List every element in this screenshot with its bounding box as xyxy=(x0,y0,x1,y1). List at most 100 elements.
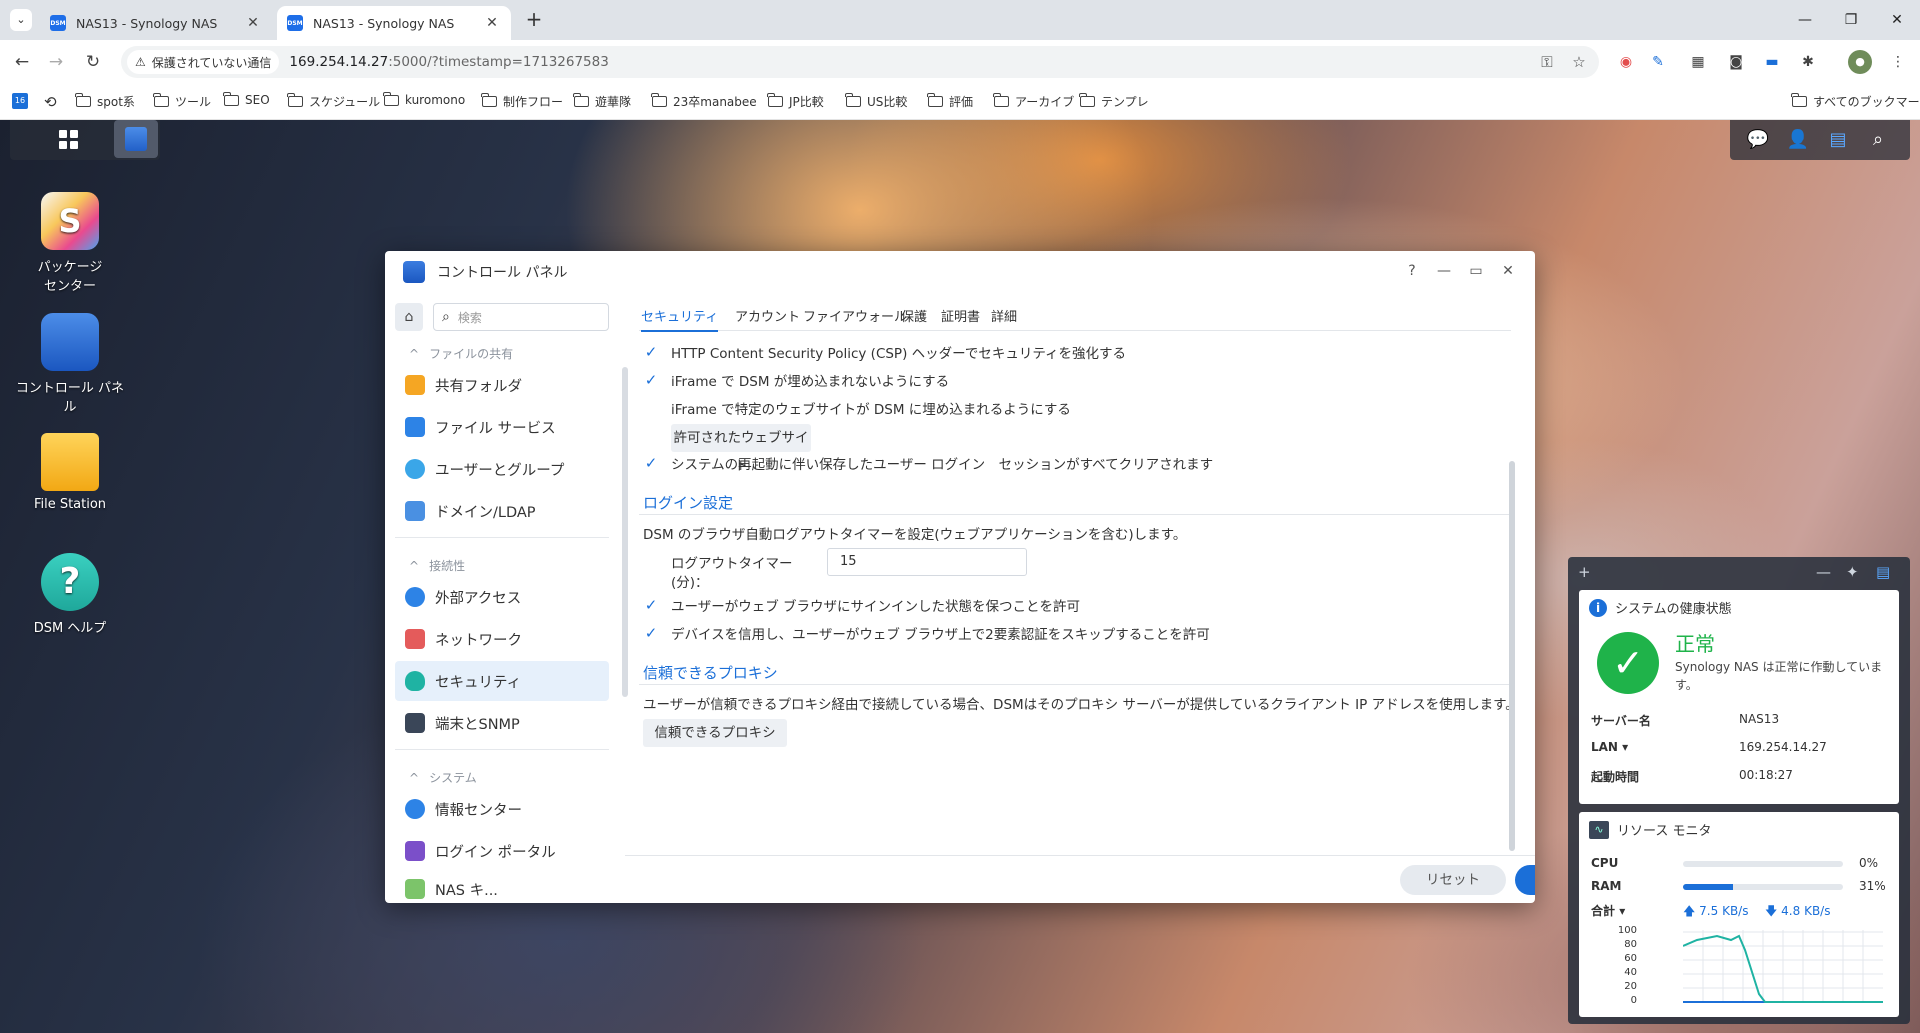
user-icon[interactable]: 👤 xyxy=(1784,126,1812,154)
bookmark-folder[interactable]: US比較 xyxy=(845,93,907,110)
taskbar-control-panel-button[interactable] xyxy=(114,120,158,158)
widgets-layout-icon[interactable]: ▤ xyxy=(1876,563,1890,581)
bookmark-folder[interactable]: SEO xyxy=(223,91,270,107)
tab-protection[interactable]: 保護 xyxy=(901,306,927,325)
reload-button[interactable]: ↻ xyxy=(80,49,106,75)
close-tab-icon[interactable]: ✕ xyxy=(483,15,501,31)
bookmark-folder[interactable]: 23卒manabee xyxy=(651,93,757,110)
browser-menu-icon[interactable]: ⋮ xyxy=(1886,50,1910,74)
csp-checkbox[interactable]: ✓ HTTP Content Security Policy (CSP) ヘッダー… xyxy=(643,342,1126,362)
bookmark-star-icon[interactable]: ☆ xyxy=(1568,51,1590,73)
sidebar-item-terminal-snmp[interactable]: 端末とSNMP xyxy=(395,703,609,743)
extension-grid-icon[interactable]: ▦ xyxy=(1686,50,1710,74)
history-icon[interactable]: ⟲ xyxy=(44,93,57,111)
clear-sessions-checkbox[interactable]: ✓ システムの再起動に伴い保存したユーザー ログイン セッションがすべてクリアされ… xyxy=(643,453,1213,473)
sidebar-item-shared-folder[interactable]: 共有フォルダ xyxy=(395,365,609,405)
browser-tab-active[interactable]: DSM NAS13 - Synology NAS ✕ xyxy=(277,6,511,40)
main-menu-button[interactable] xyxy=(46,120,90,158)
search-input[interactable]: ⌕ 検索 xyxy=(433,303,609,331)
desktop-icon-control-panel[interactable]: コントロール パネル xyxy=(10,313,130,415)
bookmark-folder[interactable]: spot系 xyxy=(75,93,135,110)
tab-certificate[interactable]: 証明書 xyxy=(941,306,980,325)
window-titlebar[interactable]: コントロール パネル ? — ▭ ✕ xyxy=(385,251,1535,291)
bookmark-folder[interactable]: アーカイブ xyxy=(993,93,1074,110)
sidebar-item-network[interactable]: ネットワーク xyxy=(395,619,609,659)
minimize-window-button[interactable]: — xyxy=(1782,6,1828,34)
site-info-chip[interactable]: ⚠ 保護されていない通信 xyxy=(127,50,280,74)
calendar-bookmark-icon[interactable]: 16 xyxy=(12,93,28,109)
help-icon[interactable]: ? xyxy=(1401,260,1423,282)
bookmark-folder[interactable]: 評価 xyxy=(927,93,973,110)
sidebar-item-file-services[interactable]: ファイル サービス xyxy=(395,407,609,447)
bookmark-folder[interactable]: ツール xyxy=(153,93,211,110)
desktop-icon-package-center[interactable]: S パッケージ センター xyxy=(10,192,130,294)
add-widget-icon[interactable]: + xyxy=(1578,563,1591,581)
sidebar-item-label: 情報センター xyxy=(435,802,522,819)
bookmark-folder[interactable]: JP比較 xyxy=(767,93,824,110)
extension-color-icon[interactable]: ◉ xyxy=(1614,50,1638,74)
pin-icon[interactable]: ✦ xyxy=(1846,563,1859,581)
apply-button[interactable]: 適用 xyxy=(1515,865,1535,895)
tab-security[interactable]: セキュリティ xyxy=(641,306,719,332)
maximize-icon[interactable]: ▭ xyxy=(1465,260,1487,282)
content-scrollbar[interactable] xyxy=(1509,461,1515,851)
url-text[interactable]: 169.254.14.27:5000/?timestamp=1713267583 xyxy=(289,54,608,70)
browser-tab[interactable]: DSM NAS13 - Synology NAS ✕ xyxy=(40,6,272,40)
new-tab-button[interactable]: + xyxy=(522,8,546,32)
bookmark-folder[interactable]: 制作フロー xyxy=(481,93,563,110)
close-tab-icon[interactable]: ✕ xyxy=(244,15,262,31)
all-bookmarks-folder[interactable]: すべてのブックマーク xyxy=(1791,93,1920,110)
sidebar-item-login-portal[interactable]: ログイン ポータル xyxy=(395,831,609,871)
bookmark-folder[interactable]: 遊華隊 xyxy=(573,93,631,110)
stay-signed-in-checkbox[interactable]: ✓ ユーザーがウェブ ブラウザにサインインした状態を保つことを許可 xyxy=(643,595,1080,615)
download-value: 4.8 KB/s xyxy=(1781,904,1831,918)
forward-button[interactable]: → xyxy=(43,49,69,75)
camera-icon[interactable]: ◙ xyxy=(1724,50,1748,74)
widgets-toggle-icon[interactable]: ▤ xyxy=(1824,126,1852,154)
close-window-button[interactable]: ✕ xyxy=(1874,6,1920,34)
sidebar-item-partial[interactable]: NAS キ... xyxy=(395,879,609,903)
reset-button[interactable]: リセット xyxy=(1400,865,1506,895)
sidebar-section-system[interactable]: ^ システム xyxy=(409,769,477,786)
extension-blue-icon[interactable]: ▬ xyxy=(1760,50,1784,74)
logout-timer-input[interactable]: 15 xyxy=(827,548,1027,576)
restore-window-button[interactable]: ❐ xyxy=(1828,6,1874,34)
bookmark-folder[interactable]: スケジュール xyxy=(287,93,380,110)
minimize-icon[interactable]: — xyxy=(1433,260,1455,282)
extensions-puzzle-icon[interactable]: ✱ xyxy=(1796,50,1820,74)
search-icon[interactable]: ⌕ xyxy=(1864,126,1892,154)
folder-icon xyxy=(1079,93,1095,107)
tab-search-button[interactable]: ⌄ xyxy=(10,9,32,31)
sidebar-item-info-center[interactable]: 情報センター xyxy=(395,789,609,829)
sidebar-item-domain-ldap[interactable]: ドメイン/LDAP xyxy=(395,491,609,531)
trusted-proxy-button[interactable]: 信頼できるプロキシ xyxy=(643,719,787,747)
bookmark-folder[interactable]: テンプレ xyxy=(1079,93,1149,110)
desktop-icon-file-station[interactable]: File Station xyxy=(10,433,130,512)
sidebar-item-security[interactable]: セキュリティ xyxy=(395,661,609,701)
skip-2fa-checkbox[interactable]: ✓ デバイスを信用し、ユーザーがウェブ ブラウザ上で2要素認証をスキップすることを… xyxy=(643,623,1210,643)
bookmark-folder[interactable]: kuromono xyxy=(383,91,465,107)
sidebar-item-external-access[interactable]: 外部アクセス xyxy=(395,577,609,617)
control-panel-icon xyxy=(41,313,99,371)
allowed-websites-button[interactable]: 許可されたウェブサイト xyxy=(671,424,811,474)
sidebar-item-user-group[interactable]: ユーザーとグループ xyxy=(395,449,609,489)
close-icon[interactable]: ✕ xyxy=(1497,260,1519,282)
notifications-chat-icon[interactable]: 💬 xyxy=(1744,126,1772,154)
iframe-block-checkbox[interactable]: ✓ iFrame で DSM が埋め込まれないようにする xyxy=(643,370,949,390)
total-dropdown[interactable]: 合計 ▾ xyxy=(1591,902,1625,919)
home-icon[interactable]: ⌂ xyxy=(395,303,423,331)
lan-dropdown[interactable]: LAN ▾ xyxy=(1591,740,1628,754)
extension-edit-icon[interactable]: ✎ xyxy=(1646,50,1670,74)
tab-account[interactable]: アカウント xyxy=(735,306,800,325)
password-key-icon[interactable]: ⚿ xyxy=(1536,51,1558,73)
profile-avatar[interactable]: ● xyxy=(1848,50,1872,74)
sidebar-section-connectivity[interactable]: ^ 接続性 xyxy=(409,557,465,574)
minimize-widgets-icon[interactable]: — xyxy=(1816,563,1831,581)
desktop-icon-dsm-help[interactable]: ? DSM ヘルプ xyxy=(10,553,130,636)
back-button[interactable]: ← xyxy=(9,49,35,75)
address-bar[interactable]: ⚠ 保護されていない通信 169.254.14.27:5000/?timesta… xyxy=(121,46,1599,78)
tab-firewall[interactable]: ファイアウォール xyxy=(803,306,907,325)
tab-advanced[interactable]: 詳細 xyxy=(991,306,1017,325)
sidebar-section-file-sharing[interactable]: ^ ファイルの共有 xyxy=(409,345,513,362)
health-status: 正常 xyxy=(1675,632,1715,656)
